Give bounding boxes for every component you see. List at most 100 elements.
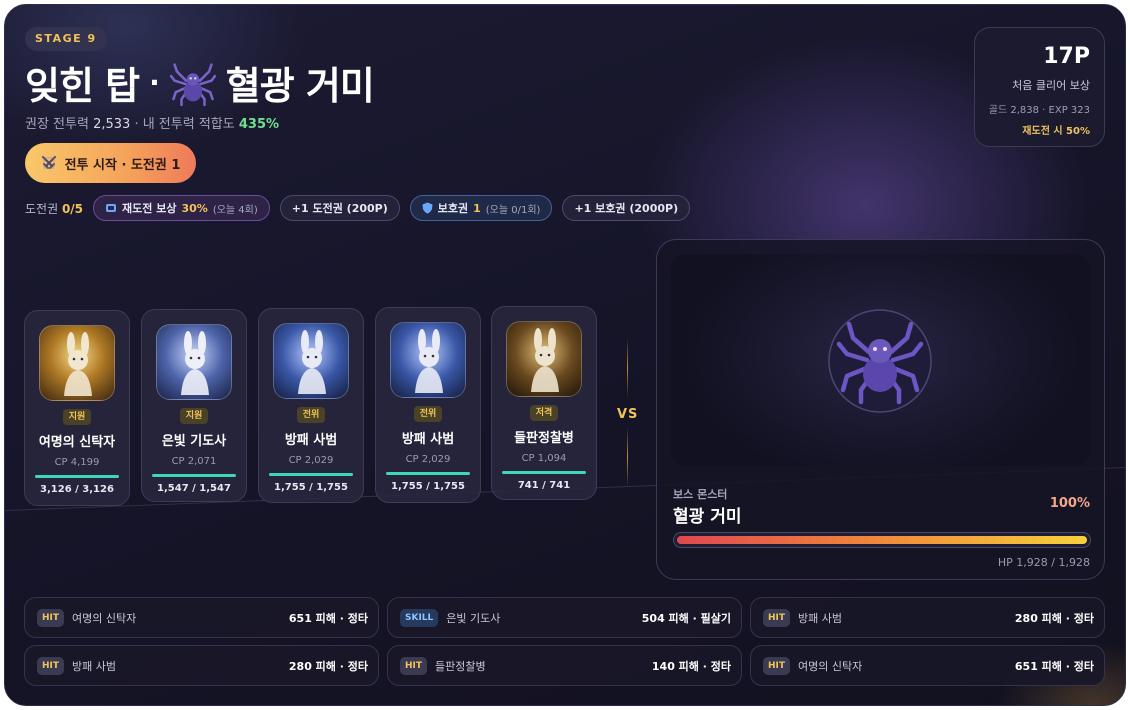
unit-name: 여명의 신탁자 [38, 435, 116, 450]
spider-icon [828, 309, 932, 413]
log-unit-name: 방패 사범 [72, 659, 117, 673]
unit-name: 들판정찰병 [514, 431, 574, 446]
unit-portrait [39, 325, 115, 401]
log-tag: HIT [37, 608, 65, 627]
boss-title-name: 혈광 거미 [225, 64, 375, 108]
retry-reward-pill: 재도전 보상 30% (오늘 4회) [93, 195, 270, 221]
log-tag: HIT [37, 656, 65, 675]
unit-role-badge: 지원 [62, 409, 92, 425]
unit-name: 은빛 기도사 [161, 434, 227, 449]
reward-retry-note: 재도전 시 50% [1022, 126, 1090, 137]
log-unit-name: 방패 사범 [798, 611, 843, 625]
unit-cp: CP 2,071 [171, 456, 217, 467]
unit-cp: CP 2,029 [288, 455, 334, 466]
battle-log-entry: HIT 들판정찰병 140 피해 · 정타 [387, 645, 742, 686]
unit-card[interactable]: 저격 들판정찰병 CP 1,094 741 / 741 [491, 306, 597, 500]
crossed-swords-icon [41, 156, 56, 169]
log-tag: HIT [763, 656, 791, 675]
log-result: 504 피해 · 필살기 [641, 611, 731, 625]
recommended-power-value: 2,533 [93, 117, 131, 132]
retry-reward-count: (오늘 4회) [212, 204, 258, 216]
shield-pill: 보호권 1 (오늘 0/1회) [409, 195, 553, 221]
battle-log-entry: HIT 여명의 신탁자 651 피해 · 정타 [750, 645, 1105, 686]
rabbit-icon [415, 329, 443, 393]
unit-card[interactable]: 전위 방패 사범 CP 2,029 1,755 / 1,755 [375, 307, 481, 503]
unit-hp-fill [502, 471, 586, 474]
log-result: 280 피해 · 정타 [1014, 611, 1094, 625]
buy-shield-button[interactable]: +1 보호권 (2000P) [562, 195, 691, 221]
stage-place-name: 잊힌 탑 [25, 64, 140, 108]
battle-log: HIT 여명의 신탁자 651 피해 · 정타 SKILL 은빛 기도사 504… [24, 597, 1106, 686]
unit-hp-bar [502, 471, 586, 474]
unit-role-badge: 전위 [296, 407, 326, 423]
unit-role-badge: 지원 [179, 408, 209, 424]
shield-label: 보호권 [437, 202, 469, 215]
unit-card[interactable]: 지원 은빛 기도사 CP 2,071 1,547 / 1,547 [141, 309, 247, 502]
recommended-power-label: 권장 전투력 [25, 117, 89, 132]
unit-hp-bar [269, 473, 353, 476]
reward-label: 처음 클리어 보상 [1012, 79, 1090, 92]
ticket-value: 0/5 [61, 201, 84, 216]
unit-hp-fill [386, 472, 470, 475]
start-battle-button[interactable]: 전투 시작 · 도전권 1 [25, 143, 196, 183]
rabbit-icon [181, 331, 209, 395]
rabbit-icon [531, 328, 559, 392]
start-battle-label: 전투 시작 · 도전권 1 [64, 157, 181, 173]
reward-detail: 골드 2,838 · EXP 323 [988, 105, 1090, 116]
boss-name: 혈광 거미 [673, 507, 742, 527]
log-result: 651 피해 · 정타 [288, 611, 368, 625]
shield-icon [422, 202, 433, 214]
shield-value: 1 [473, 201, 481, 215]
log-unit-name: 여명의 신탁자 [798, 659, 863, 673]
battle-log-entry: SKILL 은빛 기도사 504 피해 · 필살기 [387, 597, 742, 638]
log-unit-name: 들판정찰병 [435, 659, 486, 673]
unit-cp: CP 4,199 [54, 457, 100, 468]
log-tag: HIT [763, 608, 791, 627]
unit-role-badge: 저격 [529, 405, 559, 421]
rabbit-icon [64, 332, 92, 396]
log-tag: HIT [400, 656, 428, 675]
power-separator: · [134, 117, 139, 132]
unit-hp: 1,755 / 1,755 [274, 482, 348, 493]
buy-ticket-button[interactable]: +1 도전권 (200P) [279, 195, 400, 221]
unit-hp-bar [152, 474, 236, 477]
unit-portrait [390, 322, 466, 398]
battle-screen: STAGE 9 잊힌 탑 · 혈광 거미 권장 전투력 2,533 · 내 전투… [4, 4, 1126, 706]
vs-line-bottom [627, 427, 628, 487]
vs-line-top [627, 338, 628, 398]
unit-cp: CP 1,094 [521, 453, 567, 464]
ticket-row: 도전권 0/5 재도전 보상 30% (오늘 4회) +1 도전권 (200P)… [25, 195, 691, 221]
ticket-icon [106, 204, 117, 212]
reward-points: 17P [1043, 44, 1090, 69]
unit-role-badge: 전위 [413, 406, 443, 422]
log-result: 651 피해 · 정타 [1014, 659, 1094, 673]
unit-hp: 741 / 741 [517, 480, 571, 491]
power-fit-value: 435% [238, 117, 280, 132]
unit-card[interactable]: 지원 여명의 신탁자 CP 4,199 3,126 / 3,126 [24, 310, 130, 506]
unit-hp-bar [386, 472, 470, 475]
unit-hp: 1,755 / 1,755 [391, 481, 465, 492]
unit-hp: 3,126 / 3,126 [40, 484, 114, 495]
unit-hp-fill [269, 473, 353, 476]
page-title: 잊힌 탑 · 혈광 거미 [25, 55, 375, 110]
log-tag: SKILL [400, 608, 439, 627]
my-power-fit-label: 내 전투력 적합도 [142, 117, 235, 132]
unit-hp-fill [35, 475, 119, 478]
boss-panel: 보스 몬스터 혈광 거미 100% HP 1,928 / 1,928 [656, 239, 1105, 580]
unit-hp-fill [152, 474, 236, 477]
log-result: 280 피해 · 정타 [288, 659, 368, 673]
retry-reward-label: 재도전 보상 [122, 202, 177, 215]
ticket-label: 도전권 [25, 201, 59, 216]
boss-label: 보스 몬스터 [673, 488, 728, 501]
shield-count: (오늘 0/1회) [485, 204, 541, 216]
battle-log-entry: HIT 방패 사범 280 피해 · 정타 [24, 645, 379, 686]
spider-icon [169, 62, 216, 106]
stage-badge: STAGE 9 [25, 27, 107, 51]
battle-log-entry: HIT 여명의 신탁자 651 피해 · 정타 [24, 597, 379, 638]
unit-cp: CP 2,029 [405, 454, 451, 465]
vs-label: VS [617, 407, 639, 422]
boss-hp-bar [673, 532, 1091, 548]
unit-card[interactable]: 전위 방패 사범 CP 2,029 1,755 / 1,755 [258, 308, 364, 503]
power-summary: 권장 전투력 2,533 · 내 전투력 적합도 435% [25, 113, 279, 132]
boss-portrait [671, 254, 1090, 466]
